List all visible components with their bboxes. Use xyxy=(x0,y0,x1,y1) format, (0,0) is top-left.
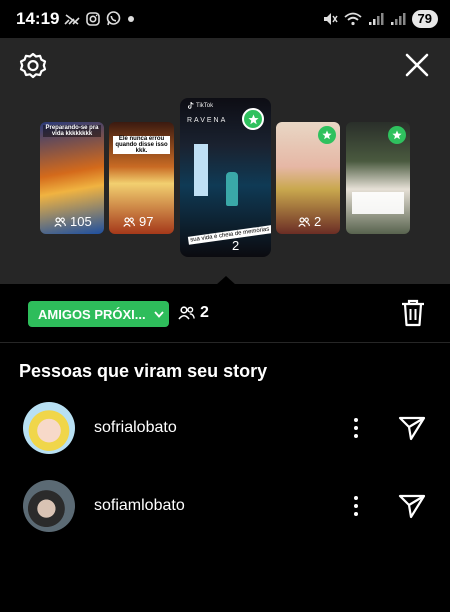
cell-signal-icon xyxy=(390,13,406,25)
more-options-button[interactable] xyxy=(346,416,366,445)
close-friends-badge xyxy=(388,126,406,144)
viewers-icon xyxy=(54,216,66,227)
whatsapp-icon xyxy=(106,11,121,26)
story-caption: Preparando-se pra vida kkkkkkkk xyxy=(43,125,101,137)
instagram-icon xyxy=(86,11,100,26)
cell-signal-icon xyxy=(368,13,384,25)
status-bar: 14:19 79 xyxy=(0,0,450,38)
viewer-row[interactable]: sofiamlobato xyxy=(0,480,450,536)
dot-icon xyxy=(128,15,134,22)
star-icon xyxy=(392,130,402,140)
story-thumbnail-1[interactable]: Preparando-se pra vida kkkkkkkk 105 xyxy=(40,122,104,234)
gear-icon xyxy=(19,52,47,79)
wifi-icon xyxy=(343,12,362,26)
audience-label: AMIGOS PRÓXI... xyxy=(38,306,146,322)
close-friends-badge xyxy=(318,126,336,144)
story-view-count: 97 xyxy=(123,214,153,229)
system-icons: 79 xyxy=(322,10,438,28)
viewers-count: 2 xyxy=(178,304,209,322)
status-time: 14:19 xyxy=(16,9,60,28)
battery-indicator: 79 xyxy=(411,10,438,28)
settings-button[interactable] xyxy=(18,51,48,81)
viewer-row[interactable]: sofrialobato xyxy=(0,402,450,458)
delete-story-button[interactable] xyxy=(398,297,428,329)
story-caption: Ele nunca errou quando disse isso kkk. xyxy=(113,136,170,154)
star-icon xyxy=(322,130,332,140)
viewers-icon xyxy=(123,216,135,227)
story-thumbnail-5[interactable] xyxy=(346,122,410,234)
trash-icon xyxy=(402,299,424,327)
close-button[interactable] xyxy=(403,51,431,79)
send-icon xyxy=(398,494,426,519)
story-views-value: 2 xyxy=(314,214,322,229)
viewer-username[interactable]: sofiamlobato xyxy=(94,497,185,515)
more-vertical-icon xyxy=(354,496,358,516)
star-icon xyxy=(247,114,259,124)
story-thumbnail-4[interactable]: 2 xyxy=(276,122,340,234)
viewers-icon xyxy=(298,216,310,227)
story-views-value: 97 xyxy=(139,214,154,229)
story-thumbnail-selected[interactable]: TikTok RAVENA sua vida é cheia de memóri… xyxy=(180,98,271,257)
close-friends-badge xyxy=(242,108,264,130)
story-text-overlay xyxy=(352,192,404,214)
story-views-value: 105 xyxy=(70,214,92,229)
chevron-down-icon xyxy=(153,310,164,318)
story-carousel-panel: Preparando-se pra vida kkkkkkkk 105 Ele … xyxy=(0,38,450,284)
viewers-panel: AMIGOS PRÓXI... 2 Pessoas que viram seu … xyxy=(0,284,450,612)
signal-slash-icon xyxy=(64,13,80,25)
story-figure xyxy=(226,172,238,206)
viewers-section-title: Pessoas que viram seu story xyxy=(19,361,268,381)
avatar[interactable] xyxy=(23,402,75,454)
story-view-count: 2 xyxy=(298,214,321,229)
story-bottom-text: sua vida é cheia de memórias xyxy=(187,225,271,245)
story-view-count: 105 xyxy=(54,214,92,229)
story-thumbnail-2[interactable]: Ele nunca errou quando disse isso kkk. 9… xyxy=(109,122,174,234)
story-caption: RAVENA xyxy=(187,117,228,124)
more-options-button[interactable] xyxy=(346,494,366,523)
tiktok-icon xyxy=(188,102,194,109)
close-friends-audience-button[interactable]: AMIGOS PRÓXI... xyxy=(28,301,169,327)
send-message-button[interactable] xyxy=(398,493,426,524)
viewers-count-value: 2 xyxy=(200,304,209,321)
more-vertical-icon xyxy=(354,418,358,438)
tiktok-label: TikTok xyxy=(188,102,213,109)
mute-icon xyxy=(323,13,338,25)
send-icon xyxy=(398,416,426,441)
send-message-button[interactable] xyxy=(398,415,426,446)
section-divider xyxy=(0,342,450,343)
story-views-value: 2 xyxy=(232,238,240,253)
close-icon xyxy=(405,53,429,77)
notification-icons xyxy=(64,11,135,26)
story-banner xyxy=(194,144,208,196)
viewers-icon xyxy=(178,306,195,320)
viewer-username[interactable]: sofrialobato xyxy=(94,419,177,437)
avatar[interactable] xyxy=(23,480,75,532)
